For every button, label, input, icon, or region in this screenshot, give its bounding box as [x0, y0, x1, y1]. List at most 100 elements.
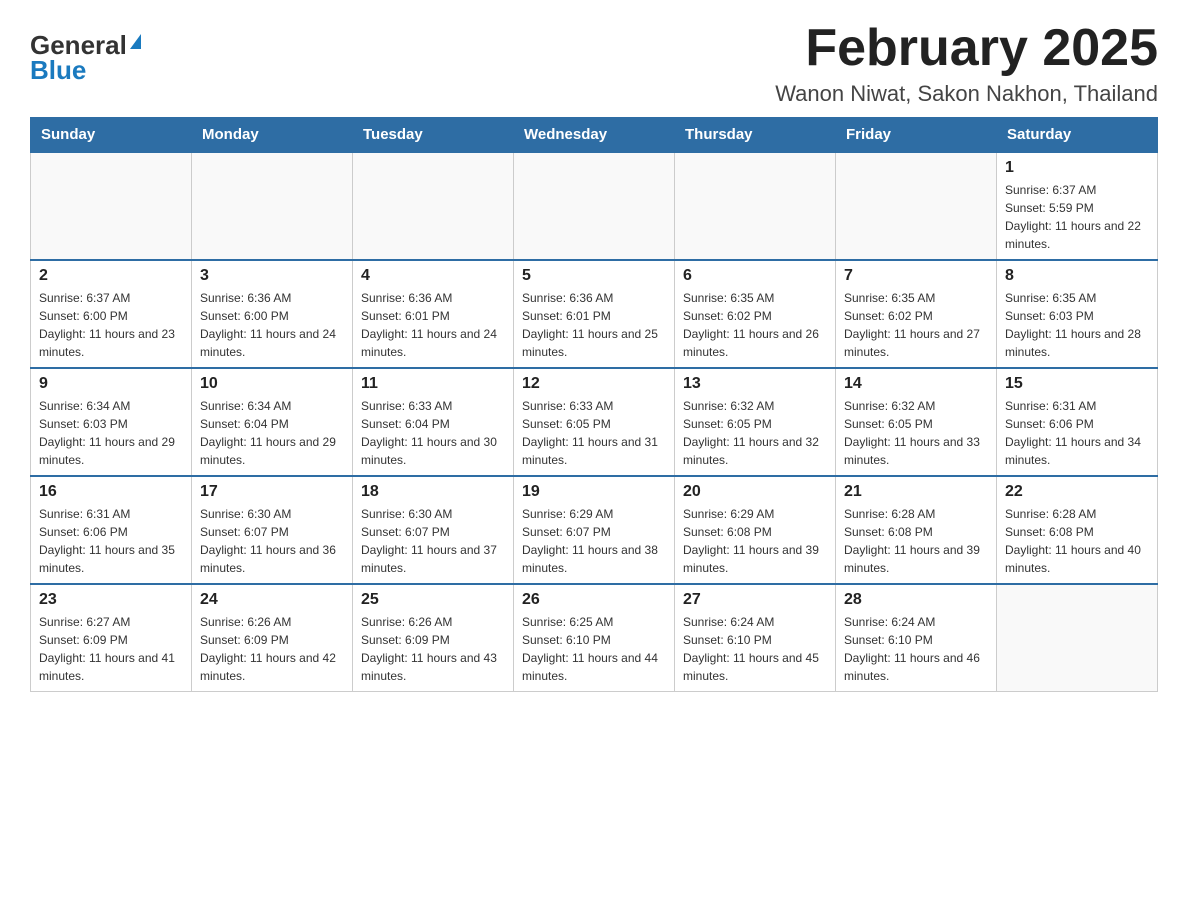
day-of-week-header: Saturday: [997, 118, 1158, 153]
day-number: 2: [39, 267, 183, 285]
calendar-day-cell: 17 Sunrise: 6:30 AMSunset: 6:07 PMDayligh…: [192, 476, 353, 584]
calendar-week-row: 1 Sunrise: 6:37 AMSunset: 5:59 PMDaylight…: [31, 152, 1158, 260]
day-number: 17: [200, 483, 344, 501]
calendar-week-row: 2 Sunrise: 6:37 AMSunset: 6:00 PMDaylight…: [31, 260, 1158, 368]
calendar-day-cell: [31, 152, 192, 260]
day-info: Sunrise: 6:29 AMSunset: 6:08 PMDaylight:…: [683, 505, 827, 577]
day-number: 19: [522, 483, 666, 501]
calendar-day-cell: 5Sunrise: 6:36 AMSunset: 6:01 PMDaylight…: [514, 260, 675, 368]
day-info: Sunrise: 6:35 AMSunset: 6:02 PMDaylight:…: [844, 289, 988, 361]
calendar-day-cell: [675, 152, 836, 260]
day-info: Sunrise: 6:35 AMSunset: 6:02 PMDaylight:…: [683, 289, 827, 361]
calendar-day-cell: [192, 152, 353, 260]
calendar-day-cell: 27 Sunrise: 6:24 AMSunset: 6:10 PMDayligh…: [675, 584, 836, 692]
day-info: Sunrise: 6:28 AMSunset: 6:08 PMDaylight:…: [1005, 505, 1149, 577]
day-of-week-header: Tuesday: [353, 118, 514, 153]
calendar-day-cell: 13Sunrise: 6:32 AMSunset: 6:05 PMDayligh…: [675, 368, 836, 476]
calendar-week-row: 9 Sunrise: 6:34 AMSunset: 6:03 PMDaylight…: [31, 368, 1158, 476]
day-info: Sunrise: 6:24 AMSunset: 6:10 PMDaylight:…: [844, 613, 988, 685]
day-number: 10: [200, 375, 344, 393]
calendar-day-cell: 7 Sunrise: 6:35 AMSunset: 6:02 PMDaylight…: [836, 260, 997, 368]
day-info: Sunrise: 6:33 AMSunset: 6:05 PMDaylight:…: [522, 397, 666, 469]
day-number: 9: [39, 375, 183, 393]
day-info: Sunrise: 6:33 AMSunset: 6:04 PMDaylight:…: [361, 397, 505, 469]
day-number: 14: [844, 375, 988, 393]
page-header: General Blue February 2025 Wanon Niwat, …: [30, 20, 1158, 107]
day-number: 27: [683, 591, 827, 609]
logo-triangle-icon: [130, 34, 141, 49]
calendar-day-cell: 20 Sunrise: 6:29 AMSunset: 6:08 PMDayligh…: [675, 476, 836, 584]
page-subtitle: Wanon Niwat, Sakon Nakhon, Thailand: [775, 81, 1158, 107]
day-info: Sunrise: 6:34 AMSunset: 6:04 PMDaylight:…: [200, 397, 344, 469]
day-of-week-header: Thursday: [675, 118, 836, 153]
calendar-day-cell: 2 Sunrise: 6:37 AMSunset: 6:00 PMDaylight…: [31, 260, 192, 368]
calendar-day-cell: 18 Sunrise: 6:30 AMSunset: 6:07 PMDayligh…: [353, 476, 514, 584]
calendar-day-cell: 3 Sunrise: 6:36 AMSunset: 6:00 PMDaylight…: [192, 260, 353, 368]
day-number: 28: [844, 591, 988, 609]
day-of-week-header: Wednesday: [514, 118, 675, 153]
day-number: 26: [522, 591, 666, 609]
title-block: February 2025 Wanon Niwat, Sakon Nakhon,…: [775, 20, 1158, 107]
calendar-day-cell: 21Sunrise: 6:28 AMSunset: 6:08 PMDayligh…: [836, 476, 997, 584]
day-info: Sunrise: 6:35 AMSunset: 6:03 PMDaylight:…: [1005, 289, 1149, 361]
logo-blue-text: Blue: [30, 55, 86, 86]
day-info: Sunrise: 6:36 AMSunset: 6:00 PMDaylight:…: [200, 289, 344, 361]
day-number: 3: [200, 267, 344, 285]
day-info: Sunrise: 6:32 AMSunset: 6:05 PMDaylight:…: [844, 397, 988, 469]
day-number: 18: [361, 483, 505, 501]
day-number: 6: [683, 267, 827, 285]
day-number: 7: [844, 267, 988, 285]
day-number: 4: [361, 267, 505, 285]
day-info: Sunrise: 6:36 AMSunset: 6:01 PMDaylight:…: [361, 289, 505, 361]
day-info: Sunrise: 6:32 AMSunset: 6:05 PMDaylight:…: [683, 397, 827, 469]
day-info: Sunrise: 6:30 AMSunset: 6:07 PMDaylight:…: [200, 505, 344, 577]
day-number: 25: [361, 591, 505, 609]
day-info: Sunrise: 6:31 AMSunset: 6:06 PMDaylight:…: [39, 505, 183, 577]
day-info: Sunrise: 6:37 AMSunset: 5:59 PMDaylight:…: [1005, 181, 1149, 253]
calendar-day-cell: 8 Sunrise: 6:35 AMSunset: 6:03 PMDaylight…: [997, 260, 1158, 368]
day-info: Sunrise: 6:28 AMSunset: 6:08 PMDaylight:…: [844, 505, 988, 577]
day-number: 20: [683, 483, 827, 501]
calendar-week-row: 23 Sunrise: 6:27 AMSunset: 6:09 PMDayligh…: [31, 584, 1158, 692]
calendar-week-row: 16 Sunrise: 6:31 AMSunset: 6:06 PMDayligh…: [31, 476, 1158, 584]
page-title: February 2025: [775, 20, 1158, 77]
day-info: Sunrise: 6:30 AMSunset: 6:07 PMDaylight:…: [361, 505, 505, 577]
calendar-table: SundayMondayTuesdayWednesdayThursdayFrid…: [30, 117, 1158, 692]
calendar-day-cell: 19 Sunrise: 6:29 AMSunset: 6:07 PMDayligh…: [514, 476, 675, 584]
day-number: 23: [39, 591, 183, 609]
day-info: Sunrise: 6:37 AMSunset: 6:00 PMDaylight:…: [39, 289, 183, 361]
calendar-day-cell: 9 Sunrise: 6:34 AMSunset: 6:03 PMDaylight…: [31, 368, 192, 476]
day-of-week-header: Monday: [192, 118, 353, 153]
calendar-day-cell: 10 Sunrise: 6:34 AMSunset: 6:04 PMDayligh…: [192, 368, 353, 476]
calendar-day-cell: 25Sunrise: 6:26 AMSunset: 6:09 PMDayligh…: [353, 584, 514, 692]
calendar-day-cell: 28 Sunrise: 6:24 AMSunset: 6:10 PMDayligh…: [836, 584, 997, 692]
calendar-day-cell: 24Sunrise: 6:26 AMSunset: 6:09 PMDayligh…: [192, 584, 353, 692]
day-info: Sunrise: 6:27 AMSunset: 6:09 PMDaylight:…: [39, 613, 183, 685]
calendar-header-row: SundayMondayTuesdayWednesdayThursdayFrid…: [31, 118, 1158, 153]
day-number: 1: [1005, 159, 1149, 177]
calendar-day-cell: 14 Sunrise: 6:32 AMSunset: 6:05 PMDayligh…: [836, 368, 997, 476]
calendar-day-cell: [514, 152, 675, 260]
day-number: 24: [200, 591, 344, 609]
day-number: 5: [522, 267, 666, 285]
calendar-day-cell: 26Sunrise: 6:25 AMSunset: 6:10 PMDayligh…: [514, 584, 675, 692]
calendar-day-cell: 12 Sunrise: 6:33 AMSunset: 6:05 PMDayligh…: [514, 368, 675, 476]
calendar-day-cell: [836, 152, 997, 260]
logo: General Blue: [30, 30, 141, 86]
day-number: 22: [1005, 483, 1149, 501]
day-info: Sunrise: 6:34 AMSunset: 6:03 PMDaylight:…: [39, 397, 183, 469]
day-of-week-header: Friday: [836, 118, 997, 153]
calendar-day-cell: 1 Sunrise: 6:37 AMSunset: 5:59 PMDaylight…: [997, 152, 1158, 260]
calendar-day-cell: 4 Sunrise: 6:36 AMSunset: 6:01 PMDaylight…: [353, 260, 514, 368]
day-number: 11: [361, 375, 505, 393]
calendar-day-cell: 22 Sunrise: 6:28 AMSunset: 6:08 PMDayligh…: [997, 476, 1158, 584]
day-number: 12: [522, 375, 666, 393]
day-of-week-header: Sunday: [31, 118, 192, 153]
day-number: 16: [39, 483, 183, 501]
day-number: 8: [1005, 267, 1149, 285]
calendar-day-cell: [997, 584, 1158, 692]
day-info: Sunrise: 6:24 AMSunset: 6:10 PMDaylight:…: [683, 613, 827, 685]
day-info: Sunrise: 6:29 AMSunset: 6:07 PMDaylight:…: [522, 505, 666, 577]
calendar-day-cell: 6 Sunrise: 6:35 AMSunset: 6:02 PMDaylight…: [675, 260, 836, 368]
calendar-day-cell: 11 Sunrise: 6:33 AMSunset: 6:04 PMDayligh…: [353, 368, 514, 476]
